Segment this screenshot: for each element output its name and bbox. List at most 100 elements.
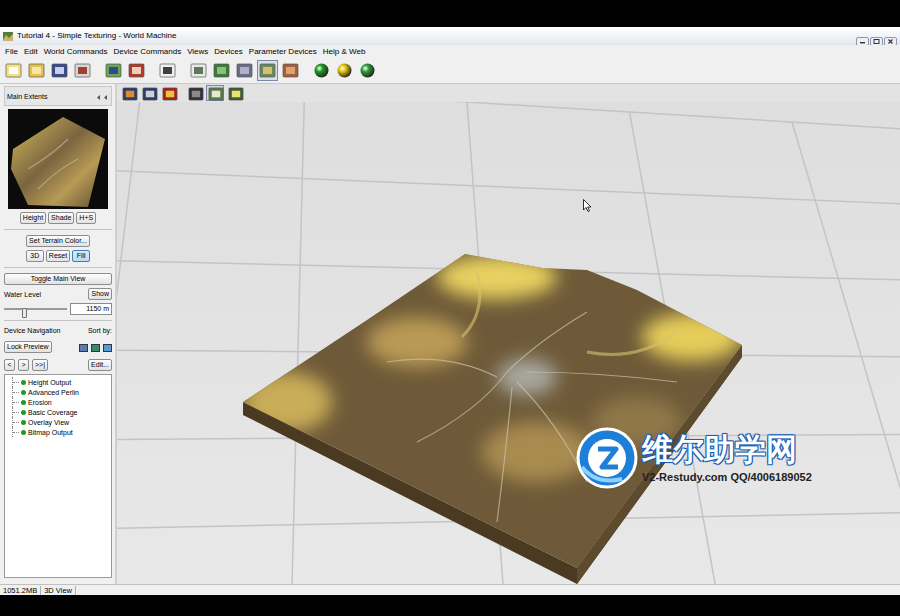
open-icon[interactable] bbox=[26, 60, 47, 81]
device-status-icon bbox=[21, 430, 26, 435]
preview-header: Main Extents bbox=[4, 86, 112, 106]
sort-list-icon[interactable] bbox=[79, 338, 88, 356]
device-item[interactable]: Bitmap Output bbox=[12, 427, 108, 437]
view-mode-button[interactable]: Shade bbox=[48, 212, 74, 224]
toggle-main-view-button[interactable]: Toggle Main View bbox=[4, 273, 112, 285]
nav-button[interactable]: >>| bbox=[32, 359, 48, 371]
memory-status: 1051.2MB bbox=[0, 586, 41, 595]
texture-icon[interactable] bbox=[280, 60, 301, 81]
water-level-fill bbox=[4, 308, 24, 310]
help-icon[interactable] bbox=[226, 85, 244, 101]
menu-item[interactable]: Views bbox=[184, 46, 211, 57]
device-item[interactable]: Height Output bbox=[12, 377, 108, 387]
watermark-site: V2-Restudy.com QQ/4006189052 bbox=[642, 471, 812, 484]
menu-item[interactable]: Help & Web bbox=[320, 46, 369, 57]
grid-icon[interactable] bbox=[211, 60, 232, 81]
water-level-slider[interactable] bbox=[4, 304, 67, 314]
menu-item[interactable]: Edit bbox=[21, 46, 41, 57]
random-icon[interactable] bbox=[157, 60, 178, 81]
orb-globe-icon[interactable] bbox=[357, 60, 378, 81]
app-icon bbox=[3, 27, 13, 45]
terrain-canvas[interactable]: 维尔助学网 V2-Restudy.com QQ/4006189052 bbox=[117, 102, 900, 584]
draw-icon[interactable] bbox=[206, 85, 224, 101]
device-item[interactable]: Basic Coverage bbox=[12, 407, 108, 417]
device-item[interactable]: Overlay View bbox=[12, 417, 108, 427]
device-tree: Height OutputAdvanced PerlinErosionBasic… bbox=[4, 374, 112, 578]
nav-button[interactable]: < bbox=[4, 359, 15, 371]
nav-row: <>>>| Edit... bbox=[4, 359, 112, 371]
water-level-thumb[interactable] bbox=[22, 308, 27, 318]
restore-icon[interactable] bbox=[870, 32, 883, 41]
build-icon[interactable] bbox=[103, 60, 124, 81]
preview-mode-row: 3DResetFill bbox=[4, 250, 112, 262]
watermark: 维尔助学网 V2-Restudy.com QQ/4006189052 bbox=[576, 427, 812, 489]
water-level-label: Water Level bbox=[4, 290, 41, 299]
device-status-icon bbox=[21, 400, 26, 405]
orb-green-icon[interactable] bbox=[311, 60, 332, 81]
window-title: Tutorial 4 - Simple Texturing - World Ma… bbox=[17, 31, 176, 41]
show-water-button[interactable]: Show bbox=[88, 288, 112, 300]
preview-title: Main Extents bbox=[7, 92, 47, 101]
menu-item[interactable]: World Commands bbox=[41, 46, 111, 57]
lock-row: Lock Preview bbox=[4, 338, 112, 356]
sort-type-icon[interactable] bbox=[91, 338, 100, 356]
device-item[interactable]: Erosion bbox=[12, 397, 108, 407]
orbit-icon[interactable] bbox=[120, 85, 138, 101]
mouse-cursor-icon bbox=[583, 198, 592, 211]
orb-yellow-icon[interactable] bbox=[334, 60, 355, 81]
bottom-letterbox bbox=[0, 595, 900, 616]
menu-item[interactable]: Devices bbox=[211, 46, 245, 57]
device-item[interactable]: Advanced Perlin bbox=[12, 387, 108, 397]
terrain-view-icon[interactable] bbox=[257, 60, 278, 81]
lock-preview-button[interactable]: Lock Preview bbox=[4, 341, 52, 353]
export-icon[interactable] bbox=[126, 60, 147, 81]
settings-icon[interactable] bbox=[72, 60, 93, 81]
view-mode-button[interactable]: H+S bbox=[76, 212, 96, 224]
pan-icon[interactable] bbox=[140, 85, 158, 101]
left-panel: Main Extents HeightShadeH+S Set Terrain Co… bbox=[0, 84, 115, 584]
device-status-icon bbox=[21, 410, 26, 415]
view-mode-button[interactable]: Height bbox=[20, 212, 46, 224]
device-navigation-label: Device Navigation bbox=[4, 326, 60, 335]
device-status-icon bbox=[21, 380, 26, 385]
new-icon[interactable] bbox=[3, 60, 24, 81]
device-name[interactable]: Advanced Perlin bbox=[28, 388, 79, 397]
reset-view-icon[interactable] bbox=[160, 85, 178, 101]
preview-mode-button[interactable]: Fill bbox=[72, 250, 90, 262]
device-name[interactable]: Height Output bbox=[28, 378, 71, 387]
layout-icon[interactable] bbox=[188, 60, 209, 81]
main-area: Main Extents HeightShadeH+S Set Terrain Co… bbox=[0, 84, 900, 584]
minimize-icon[interactable] bbox=[856, 32, 869, 41]
top-letterbox bbox=[0, 0, 900, 27]
device-name[interactable]: Basic Coverage bbox=[28, 408, 77, 417]
preview-mode-button[interactable]: 3D bbox=[26, 250, 44, 262]
water-level-field[interactable]: 1150 m bbox=[70, 303, 112, 315]
preview-image[interactable] bbox=[8, 109, 108, 209]
sphere-icon[interactable] bbox=[234, 60, 255, 81]
close-icon[interactable] bbox=[884, 32, 897, 41]
status-bar: 1051.2MB3D View bbox=[0, 584, 900, 595]
main-toolbar bbox=[0, 58, 900, 84]
menu-item[interactable]: Device Commands bbox=[111, 46, 185, 57]
sort-name-icon[interactable] bbox=[103, 338, 112, 356]
save-icon[interactable] bbox=[49, 60, 70, 81]
3d-view: 维尔助学网 V2-Restudy.com QQ/4006189052 bbox=[117, 84, 900, 584]
device-name[interactable]: Bitmap Output bbox=[28, 428, 73, 437]
nav-button[interactable]: > bbox=[18, 359, 29, 371]
menu-item[interactable]: Parameter Devices bbox=[246, 46, 320, 57]
menu-item[interactable]: File bbox=[2, 46, 21, 57]
terrain-color-button[interactable]: Set Terrain Color... bbox=[26, 235, 90, 247]
view-mode-row: HeightShadeH+S bbox=[4, 212, 112, 224]
camera-icon[interactable] bbox=[186, 85, 204, 101]
pin-icon[interactable] bbox=[95, 87, 109, 105]
device-status-icon bbox=[21, 420, 26, 425]
device-name[interactable]: Overlay View bbox=[28, 418, 69, 427]
preview-mode-button[interactable]: Reset bbox=[46, 250, 70, 262]
edit-button[interactable]: Edit... bbox=[88, 359, 112, 371]
watermark-brand: 维尔助学网 bbox=[642, 432, 812, 468]
device-name[interactable]: Erosion bbox=[28, 398, 52, 407]
view-status: 3D View bbox=[41, 586, 76, 595]
title-bar: Tutorial 4 - Simple Texturing - World Ma… bbox=[0, 27, 900, 45]
view-toolbar bbox=[117, 84, 900, 102]
menu-bar: FileEditWorld CommandsDevice CommandsVie… bbox=[0, 45, 900, 58]
